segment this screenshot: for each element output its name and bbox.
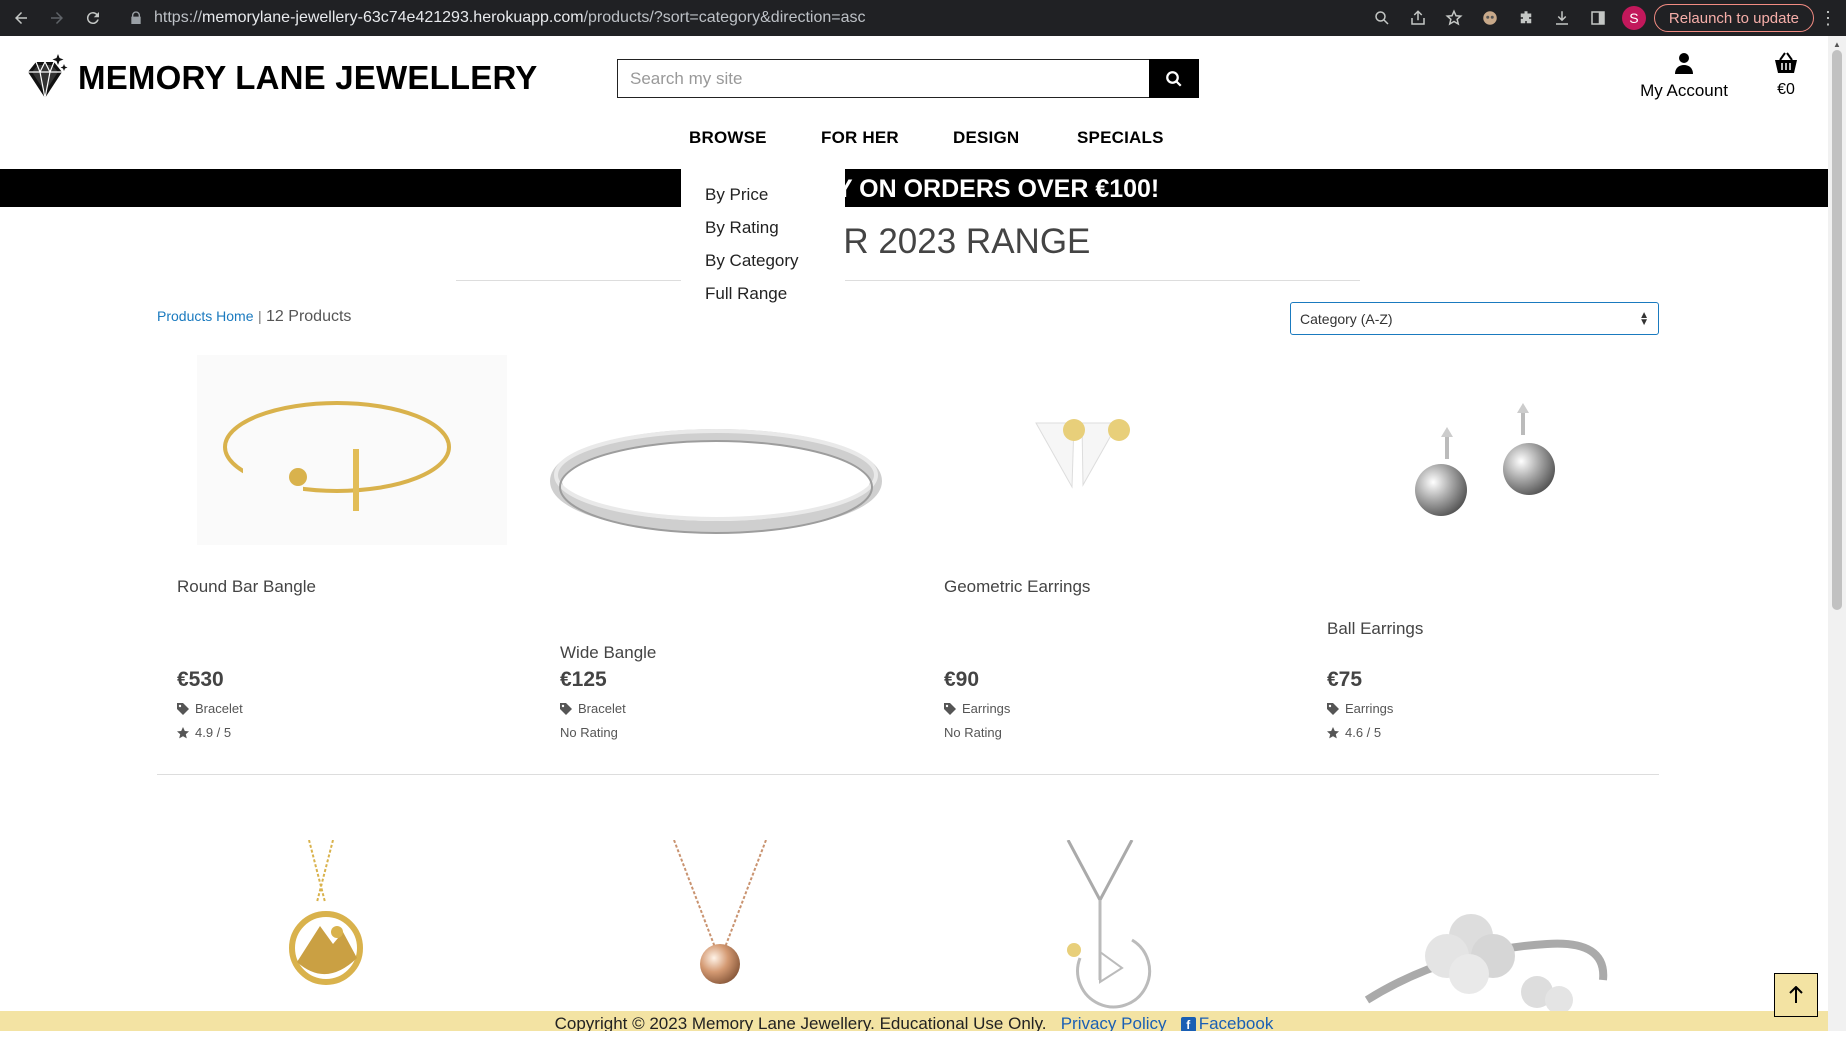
privacy-policy-link[interactable]: Privacy Policy xyxy=(1061,1014,1167,1031)
product-image[interactable] xyxy=(1307,355,1691,555)
product-image[interactable] xyxy=(1307,840,1691,1040)
product-rating: No Rating xyxy=(944,725,1002,740)
nav-design[interactable]: DESIGN xyxy=(953,128,1019,148)
select-arrows-icon: ▲ ▼ xyxy=(1639,309,1649,328)
product-name[interactable]: Wide Bangle xyxy=(560,643,656,663)
extensions-puzzle-icon[interactable] xyxy=(1511,3,1541,33)
divider xyxy=(456,280,1360,281)
tag-icon xyxy=(177,702,189,715)
product-card[interactable]: Geometric Earrings €90 Earrings No Ratin… xyxy=(924,355,1308,740)
reload-icon[interactable] xyxy=(78,3,108,33)
product-image[interactable] xyxy=(157,355,541,555)
product-image[interactable] xyxy=(157,839,541,1040)
tag-icon xyxy=(560,702,572,715)
search-icon xyxy=(1166,70,1182,87)
menu-item-full-range[interactable]: Full Range xyxy=(681,277,845,310)
product-card[interactable]: Round Bar Bangle €530 Bracelet 4.9 / 5 xyxy=(157,355,541,740)
my-account-link[interactable]: My Account xyxy=(1636,52,1732,101)
products-home-link[interactable]: Products Home xyxy=(157,308,253,324)
url-text: https://memorylane-jewellery-63c74e42129… xyxy=(154,9,866,26)
back-to-top-button[interactable] xyxy=(1774,973,1818,1017)
product-card[interactable] xyxy=(924,839,1308,1040)
browser-toolbar: https://memorylane-jewellery-63c74e42129… xyxy=(0,0,1846,36)
product-name[interactable]: Ball Earrings xyxy=(1327,619,1423,639)
product-image[interactable] xyxy=(924,355,1308,555)
product-count: 12 Products xyxy=(266,308,352,325)
main-nav: BROWSE FOR HER DESIGN SPECIALS xyxy=(0,128,1846,152)
menu-item-by-rating[interactable]: By Rating xyxy=(681,211,845,244)
banner-text: Y ON ORDERS OVER €100! xyxy=(836,175,1160,203)
browser-menu-icon[interactable]: ⋮ xyxy=(1818,8,1838,29)
product-rating: 4.9 / 5 xyxy=(177,725,231,740)
forward-icon[interactable] xyxy=(42,3,72,33)
download-icon[interactable] xyxy=(1547,3,1577,33)
extension-avatar-icon[interactable] xyxy=(1475,3,1505,33)
breadcrumb: Products Home | 12 Products xyxy=(157,308,351,326)
star-icon xyxy=(1327,726,1339,738)
product-rating: No Rating xyxy=(560,725,618,740)
sort-select[interactable]: Category (A-Z) ▲ ▼ xyxy=(1290,302,1659,335)
product-name[interactable]: Round Bar Bangle xyxy=(177,577,316,597)
browse-dropdown-menu: By Price By Rating By Category Full Rang… xyxy=(681,168,845,308)
site-logo[interactable]: MEMORY LANE JEWELLERY xyxy=(20,52,538,104)
product-price: €530 xyxy=(177,668,224,691)
scroll-up-icon[interactable]: ▲ xyxy=(1833,40,1841,49)
side-panel-icon[interactable] xyxy=(1583,3,1613,33)
profile-avatar[interactable]: S xyxy=(1621,6,1646,30)
my-account-label: My Account xyxy=(1640,81,1728,100)
product-price: €90 xyxy=(944,668,980,691)
nav-browse[interactable]: BROWSE xyxy=(689,128,767,148)
copyright-text: Copyright © 2023 Memory Lane Jewellery. … xyxy=(554,1014,1047,1031)
share-icon[interactable] xyxy=(1403,3,1433,33)
shopping-basket-icon xyxy=(1775,52,1797,73)
zoom-icon[interactable] xyxy=(1367,3,1397,33)
product-category[interactable]: Bracelet xyxy=(560,701,626,716)
user-icon xyxy=(1675,53,1693,74)
nav-for-her[interactable]: FOR HER xyxy=(821,128,899,148)
product-image[interactable] xyxy=(924,839,1308,1040)
search-button[interactable] xyxy=(1149,59,1199,98)
product-price: €75 xyxy=(1327,668,1363,691)
menu-item-by-category[interactable]: By Category xyxy=(681,244,845,277)
facebook-icon: f xyxy=(1180,1017,1196,1031)
bookmark-star-icon[interactable] xyxy=(1439,3,1469,33)
search-input[interactable] xyxy=(617,59,1149,98)
page-title: ER 2023 RANGE xyxy=(820,222,1091,261)
product-price: €125 xyxy=(560,668,607,691)
relaunch-button[interactable]: Relaunch to update xyxy=(1653,4,1814,32)
arrow-up-icon xyxy=(1789,986,1803,1003)
nav-specials[interactable]: SPECIALS xyxy=(1077,128,1164,148)
product-category[interactable]: Earrings xyxy=(944,701,1010,716)
product-card[interactable]: Ball Earrings €75 Earrings 4.6 / 5 xyxy=(1307,355,1691,740)
facebook-link[interactable]: f Facebook xyxy=(1180,1014,1273,1031)
product-name[interactable]: Geometric Earrings xyxy=(944,577,1090,597)
product-category[interactable]: Bracelet xyxy=(177,701,243,716)
tag-icon xyxy=(1327,702,1339,715)
back-icon[interactable] xyxy=(6,3,36,33)
product-card[interactable]: Wide Bangle €125 Bracelet No Rating xyxy=(540,355,924,740)
row-divider xyxy=(157,774,1659,775)
brand-name: MEMORY LANE JEWELLERY xyxy=(78,59,538,96)
site-footer: Copyright © 2023 Memory Lane Jewellery. … xyxy=(0,1011,1828,1031)
basket-total: €0 xyxy=(1777,81,1795,98)
product-card[interactable] xyxy=(1307,840,1691,1040)
star-icon xyxy=(177,726,189,738)
menu-item-by-price[interactable]: By Price xyxy=(681,178,845,211)
basket-link[interactable]: €0 xyxy=(1766,52,1806,99)
product-image[interactable] xyxy=(540,355,924,555)
lock-icon xyxy=(131,11,141,24)
diamond-logo-icon xyxy=(28,54,68,99)
product-image[interactable] xyxy=(540,839,924,1040)
product-card[interactable] xyxy=(540,839,924,1040)
product-card[interactable] xyxy=(157,839,541,1040)
scrollbar-thumb[interactable] xyxy=(1832,50,1842,610)
vertical-scrollbar[interactable]: ▲ xyxy=(1828,36,1846,1031)
product-rating: 4.6 / 5 xyxy=(1327,725,1381,740)
sort-selected-value: Category (A-Z) xyxy=(1300,310,1393,327)
breadcrumb-separator: | xyxy=(257,308,262,324)
tag-icon xyxy=(944,702,956,715)
product-category[interactable]: Earrings xyxy=(1327,701,1393,716)
delivery-banner: Y ON ORDERS OVER €100! xyxy=(0,169,1828,207)
search-form xyxy=(617,59,1199,98)
